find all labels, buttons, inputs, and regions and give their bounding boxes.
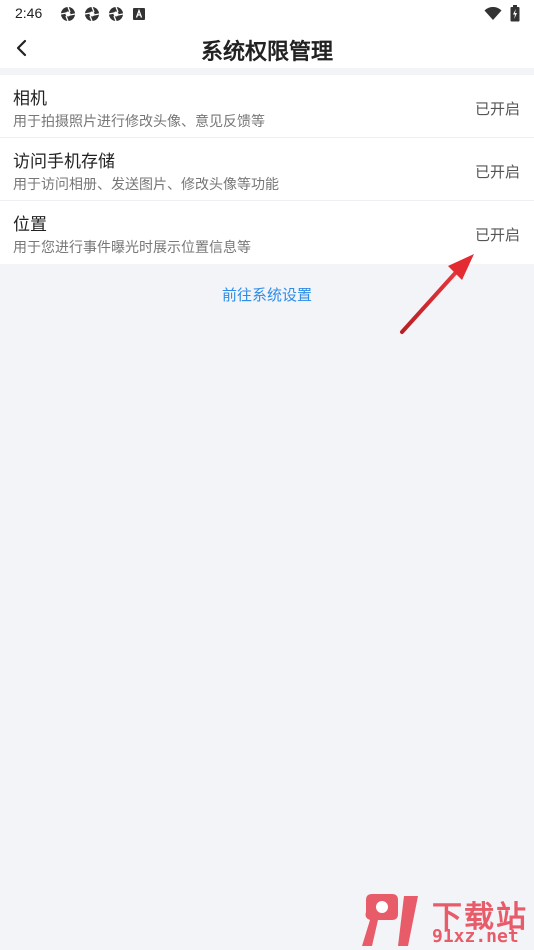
permission-description: 用于访问相册、发送图片、修改头像等功能: [13, 177, 279, 193]
watermark-url: 91xz.net: [432, 926, 519, 947]
aperture-icon: [108, 6, 124, 22]
permission-description: 用于拍摄照片进行修改头像、意见反馈等: [13, 114, 265, 130]
status-bar: 2:46: [0, 0, 534, 28]
site-watermark: 下载站 91xz.net: [358, 892, 530, 948]
permission-status[interactable]: 已开启: [475, 161, 520, 182]
battery-charging-icon: [510, 5, 520, 26]
page-title: 系统权限管理: [200, 40, 333, 65]
aperture-icon: [60, 6, 76, 22]
app-header: 系统权限管理: [0, 28, 534, 68]
permission-title: 位置: [13, 215, 47, 235]
permission-item-storage[interactable]: 访问手机存储 用于访问相册、发送图片、修改头像等功能 已开启: [0, 138, 534, 201]
permission-item-camera[interactable]: 相机 用于拍摄照片进行修改头像、意见反馈等 已开启: [0, 75, 534, 138]
permission-description: 用于您进行事件曝光时展示位置信息等: [13, 240, 251, 256]
system-icons: [484, 5, 520, 26]
permission-title: 访问手机存储: [13, 152, 115, 172]
permission-list: 相机 用于拍摄照片进行修改头像、意见反馈等 已开启 访问手机存储 用于访问相册、…: [0, 75, 534, 264]
wifi-icon: [484, 6, 502, 25]
permission-title: 相机: [13, 89, 47, 109]
status-time: 2:46: [15, 5, 43, 21]
a-box-icon: [132, 6, 148, 22]
red-arrow-annotation-icon: [400, 254, 474, 334]
permission-status[interactable]: 已开启: [475, 224, 520, 245]
aperture-icon: [84, 6, 100, 22]
permission-status[interactable]: 已开启: [475, 98, 520, 119]
watermark-logo-icon: [362, 894, 418, 946]
notification-icons: [60, 6, 148, 22]
